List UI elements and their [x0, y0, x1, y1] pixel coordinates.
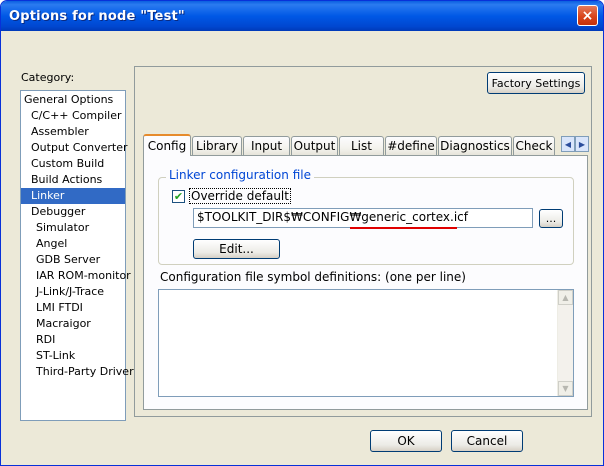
- category-item[interactable]: Angel: [21, 236, 125, 252]
- scroll-up-icon[interactable]: ▲: [558, 290, 573, 305]
- tab-define[interactable]: #define: [385, 136, 437, 155]
- tab-config[interactable]: Config: [143, 134, 191, 156]
- tab-scroll-buttons: ◀ ▶: [561, 136, 589, 152]
- category-item[interactable]: ST-Link: [21, 348, 125, 364]
- group-title: Linker configuration file: [166, 168, 314, 182]
- tab-library[interactable]: Library: [192, 136, 242, 155]
- title-bar[interactable]: Options for node "Test" ×: [1, 1, 603, 31]
- tab-scroll-right-icon[interactable]: ▶: [575, 136, 589, 152]
- ok-button[interactable]: OK: [370, 430, 442, 452]
- edit-button[interactable]: Edit...: [193, 239, 280, 259]
- options-panel: Factory Settings ◀ ▶ Config Library Input O…: [134, 66, 592, 417]
- category-item[interactable]: Macraigor: [21, 316, 125, 332]
- config-file-path-input[interactable]: $TOOLKIT_DIR$₩CONFIG₩generic_cortex.icf: [193, 208, 533, 228]
- category-item[interactable]: Custom Build: [21, 156, 125, 172]
- checkmark-icon: ✔: [173, 189, 184, 203]
- category-item[interactable]: Linker: [21, 188, 125, 204]
- tab-strip: ◀ ▶ Config Library Input Output List #define D…: [143, 134, 589, 156]
- category-list[interactable]: General Options C/C++ Compiler Assembler Ou…: [20, 90, 134, 421]
- category-item[interactable]: J-Link/J-Trace: [21, 284, 125, 300]
- window-title: Options for node "Test": [9, 8, 185, 24]
- filename-highlight-underline: [350, 227, 457, 229]
- category-item[interactable]: GDB Server: [21, 252, 125, 268]
- category-item[interactable]: Output Converter: [21, 140, 128, 156]
- category-item[interactable]: LMI FTDI: [21, 300, 125, 316]
- category-item[interactable]: Assembler: [21, 124, 125, 140]
- scroll-down-icon[interactable]: ▼: [558, 381, 573, 396]
- cancel-button[interactable]: Cancel: [451, 430, 523, 452]
- symbol-definitions-textarea[interactable]: ▲ ▼: [158, 289, 574, 397]
- options-dialog: Options for node "Test" × Category: Gene…: [0, 0, 604, 466]
- category-item[interactable]: Third-Party Driver: [21, 364, 134, 380]
- override-default-checkbox[interactable]: ✔: [172, 189, 185, 203]
- category-item[interactable]: IAR ROM-monitor: [21, 268, 131, 284]
- tab-scroll-left-icon[interactable]: ◀: [561, 136, 575, 152]
- category-item[interactable]: Build Actions: [21, 172, 125, 188]
- browse-button[interactable]: ...: [539, 209, 563, 228]
- symbol-definitions-label: Configuration file symbol definitions: (…: [160, 270, 466, 284]
- tab-output[interactable]: Output: [291, 136, 338, 155]
- category-item[interactable]: RDI: [21, 332, 125, 348]
- tab-list[interactable]: List: [339, 136, 384, 155]
- category-item[interactable]: Debugger: [21, 204, 125, 220]
- close-button[interactable]: ×: [577, 5, 598, 26]
- tab-check[interactable]: Check: [513, 136, 555, 155]
- override-default-label[interactable]: Override default: [189, 188, 291, 204]
- tab-input[interactable]: Input: [243, 136, 290, 155]
- override-default-option[interactable]: ✔ Override default: [172, 188, 291, 204]
- dialog-client: Category: General Options C/C++ Compiler A…: [4, 31, 600, 463]
- factory-settings-button[interactable]: Factory Settings: [487, 72, 585, 94]
- vertical-scrollbar[interactable]: ▲ ▼: [557, 290, 573, 396]
- category-item[interactable]: Simulator: [21, 220, 125, 236]
- category-item[interactable]: C/C++ Compiler: [21, 108, 125, 124]
- category-label: Category:: [21, 71, 75, 84]
- close-icon: ×: [581, 7, 594, 24]
- config-tab-page: Linker configuration file ✔ Override def…: [143, 155, 588, 410]
- category-item[interactable]: General Options: [21, 92, 125, 108]
- tab-diagnostics[interactable]: Diagnostics: [438, 136, 512, 155]
